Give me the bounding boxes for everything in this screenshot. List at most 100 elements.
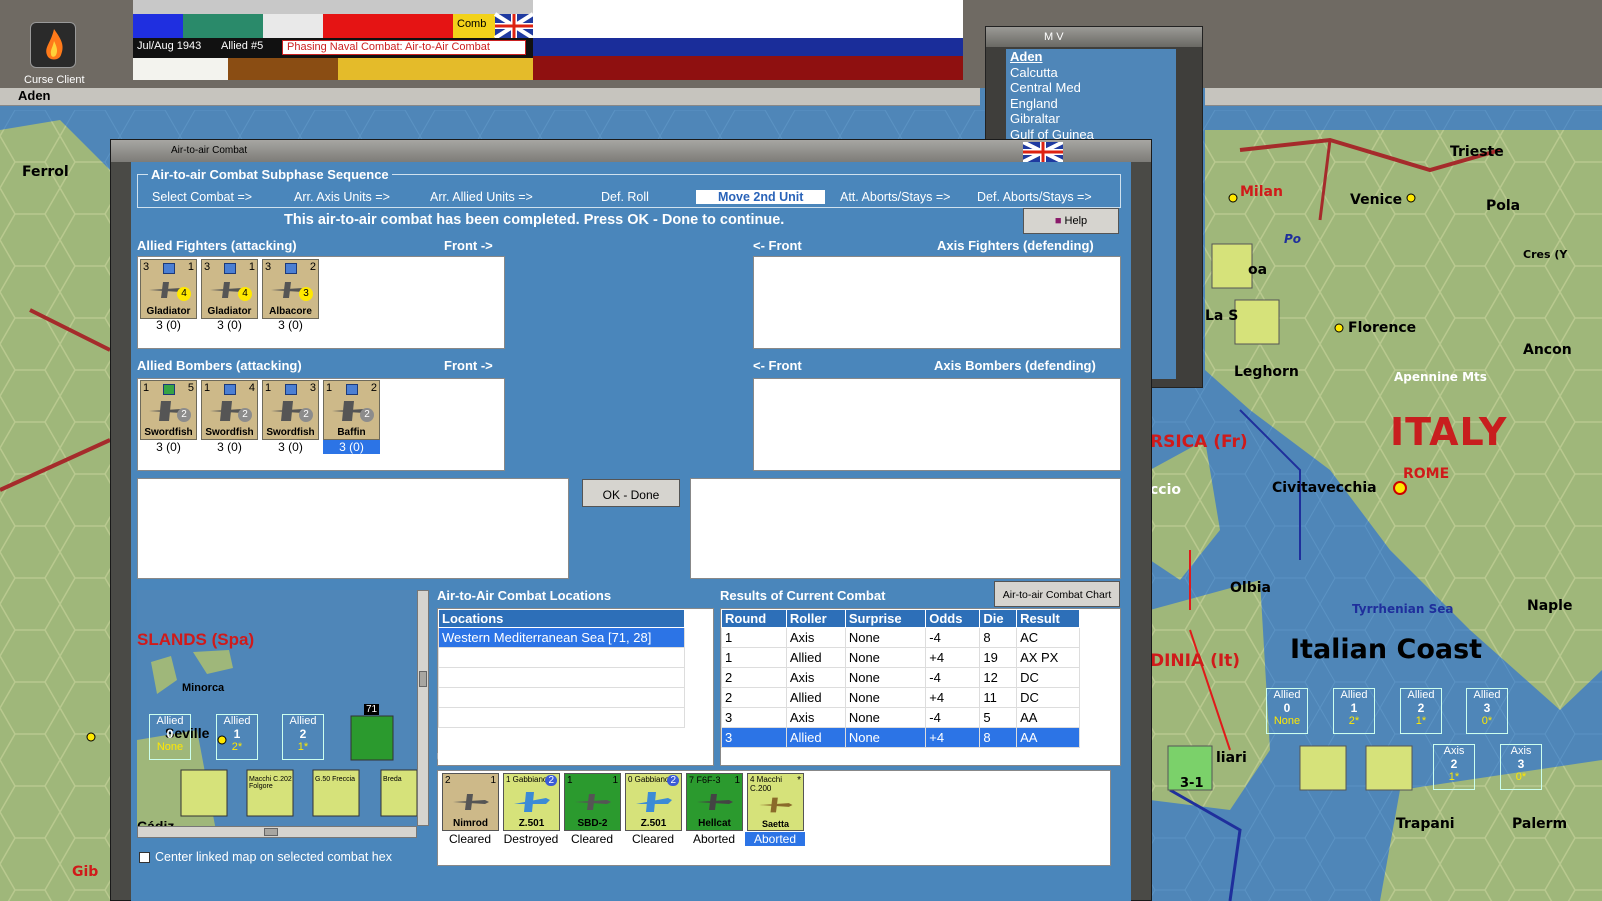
center-map-checkbox[interactable] bbox=[139, 852, 150, 863]
mini-map-island: Minorca bbox=[182, 682, 225, 694]
subphase-sequence: Air-to-air Combat Subphase Sequence Sele… bbox=[137, 167, 1121, 208]
mini-map-hscrollbar[interactable] bbox=[137, 826, 417, 838]
step-arr-allied: Arr. Allied Units => bbox=[430, 190, 533, 204]
step-select-combat: Select Combat => bbox=[152, 190, 253, 204]
mv-window-title[interactable]: M V bbox=[986, 27, 1202, 47]
mini-map-summary-box: Allied 2 1* bbox=[282, 714, 324, 760]
fighter-counter[interactable]: 31 4 Gladiator bbox=[140, 259, 197, 319]
location-row[interactable] bbox=[438, 707, 685, 728]
map-label-corsica: RSICA (Fr) bbox=[1150, 432, 1248, 452]
affected-unit-counter[interactable]: 7 F6F-3 1 Hellcat bbox=[686, 773, 743, 831]
dialog-body: Air-to-air Combat Subphase Sequence Sele… bbox=[131, 162, 1131, 901]
result-row[interactable]: 1 Allied None +4 19 AX PX bbox=[721, 647, 1080, 668]
result-row[interactable]: 2 Allied None +4 11 DC bbox=[721, 687, 1080, 708]
turn-owner-label: Allied #5 bbox=[221, 40, 264, 52]
step-move-2nd-unit: Move 2nd Unit bbox=[696, 190, 826, 204]
affected-unit-counter[interactable]: 2 1 Nimrod bbox=[442, 773, 499, 831]
result-row[interactable]: 3 Allied None +4 8 AA bbox=[721, 727, 1080, 748]
combat-chart-button[interactable]: Air-to-air Combat Chart bbox=[994, 581, 1120, 607]
center-map-checkbox-label: Center linked map on selected combat hex bbox=[155, 850, 392, 864]
map-label-po: Po bbox=[1284, 232, 1302, 246]
affected-unit-result: Destroyed bbox=[503, 832, 559, 846]
location-row[interactable] bbox=[438, 687, 685, 708]
help-button[interactable]: ■ Help bbox=[1023, 208, 1119, 234]
map-label-ajaccio: ccio bbox=[1150, 482, 1182, 498]
counter-strength: 3 (0) bbox=[156, 318, 181, 332]
bomber-counter[interactable]: 13 2 Swordfish bbox=[262, 380, 319, 440]
mini-map-region: SLANDS (Spa) bbox=[137, 630, 255, 649]
allied-abort-panel[interactable] bbox=[137, 478, 569, 579]
mv-list-item[interactable]: England bbox=[1006, 96, 1176, 112]
map-label-civitavecchia: Civitavecchia bbox=[1272, 480, 1377, 496]
bomber-counter[interactable]: 12 2 Baffin bbox=[323, 380, 380, 440]
affected-unit-counter[interactable]: 1 1 SBD-2 bbox=[564, 773, 621, 831]
ok-done-button[interactable]: OK - Done bbox=[582, 479, 680, 507]
map-label-apennine: Apennine Mts bbox=[1394, 370, 1487, 384]
affected-unit-counter[interactable]: 1 Gabbiano 2 Z.501 bbox=[503, 773, 560, 831]
map-summary-box: Allied 3 0* bbox=[1466, 688, 1508, 734]
map-label-sardinia: DINIA (It) bbox=[1150, 651, 1241, 671]
allied-bombers-front: Front -> bbox=[444, 358, 493, 373]
result-row[interactable]: 2 Axis None -4 12 DC bbox=[721, 667, 1080, 688]
map-summary-box: Axis 2 1* bbox=[1433, 744, 1475, 790]
affected-unit-result: Aborted bbox=[692, 832, 736, 846]
mini-map-stack-count: 71 bbox=[364, 704, 380, 715]
location-row[interactable] bbox=[438, 647, 685, 668]
axis-fighters-header: Axis Fighters (defending) bbox=[937, 238, 1094, 253]
affected-unit-result: Cleared bbox=[631, 832, 675, 846]
dialog-titlebar[interactable]: Air-to-air Combat bbox=[111, 140, 1151, 162]
map-label-ferrol: Ferrol bbox=[22, 164, 69, 180]
fighter-counter[interactable]: 32 3 Albacore bbox=[262, 259, 319, 319]
allied-fighters-front: Front -> bbox=[444, 238, 493, 253]
help-book-icon: ■ bbox=[1054, 215, 1062, 227]
location-row[interactable] bbox=[438, 667, 685, 688]
map-summary-box: Allied 2 1* bbox=[1400, 688, 1442, 734]
mv-list-item[interactable]: Central Med bbox=[1006, 80, 1176, 96]
step-att-aborts: Att. Aborts/Stays => bbox=[840, 190, 951, 204]
map-label-trapani: Trapani bbox=[1396, 816, 1455, 832]
map-label-trieste: Trieste bbox=[1450, 144, 1504, 160]
mini-map-summary-box: Allied 1 2* bbox=[216, 714, 258, 760]
mv-list-item[interactable]: Aden bbox=[1006, 49, 1176, 65]
results-panel[interactable]: Round Roller Surprise Odds Die Result 1A… bbox=[720, 608, 1121, 766]
result-row[interactable]: 3 Axis None -4 5 AA bbox=[721, 707, 1080, 728]
curse-client-icon[interactable] bbox=[30, 22, 76, 68]
axis-bombers-panel[interactable] bbox=[753, 378, 1121, 471]
step-arr-axis: Arr. Axis Units => bbox=[294, 190, 390, 204]
mv-list-item[interactable]: Calcutta bbox=[1006, 65, 1176, 81]
allied-bombers-header: Allied Bombers (attacking) bbox=[137, 358, 302, 373]
top-strip: Curse Client Jul/Aug 1943 Allied #5 Phas… bbox=[0, 0, 1602, 88]
seaplane-icon bbox=[514, 792, 550, 812]
map-window-titlebar[interactable]: Aden bbox=[0, 88, 980, 106]
results-table[interactable]: Round Roller Surprise Odds Die Result 1A… bbox=[721, 609, 1080, 748]
hscroll-thumb[interactable] bbox=[264, 828, 278, 836]
map-summary-box: Axis 3 0* bbox=[1500, 744, 1542, 790]
bomber-counter[interactable]: 15 2 Swordfish bbox=[140, 380, 197, 440]
map-label-gibraltar: Gib bbox=[72, 864, 99, 880]
axis-fighters-panel[interactable] bbox=[753, 256, 1121, 349]
affected-unit-counter[interactable]: 4 Macchi C.200 * Saetta bbox=[747, 773, 804, 831]
vscroll-thumb[interactable] bbox=[419, 671, 427, 687]
mini-map-vscrollbar[interactable] bbox=[417, 590, 429, 826]
sequence-title: Air-to-air Combat Subphase Sequence bbox=[148, 167, 392, 182]
map-label-rome: ROME bbox=[1403, 466, 1450, 482]
map-summary-box: Allied 1 2* bbox=[1333, 688, 1375, 734]
fighter-counter[interactable]: 31 4 Gladiator bbox=[201, 259, 258, 319]
axis-fighters-front: <- Front bbox=[753, 238, 802, 253]
map-label-cres: Cres (Y bbox=[1523, 248, 1568, 261]
aircraft-icon bbox=[697, 794, 733, 810]
naval-panel bbox=[533, 0, 963, 80]
affected-unit-counter[interactable]: 0 Gabbiano 2 Z.501 bbox=[625, 773, 682, 831]
map-window-titlebar-right bbox=[1205, 88, 1602, 106]
mv-list-item[interactable]: Gibraltar bbox=[1006, 111, 1176, 127]
result-row[interactable]: 1 Axis None -4 8 AC bbox=[721, 627, 1080, 648]
help-label: Help bbox=[1064, 215, 1088, 227]
locations-panel[interactable]: Locations Western Mediterranean Sea [71,… bbox=[437, 608, 714, 766]
flags-panel: Jul/Aug 1943 Allied #5 Phasing Naval Com… bbox=[133, 0, 535, 80]
mini-map[interactable]: SLANDS (Spa) Minorca Seville Cádiz 71 Al… bbox=[137, 590, 417, 836]
axis-abort-panel[interactable] bbox=[690, 478, 1121, 579]
location-row[interactable]: Western Mediterranean Sea [71, 28] bbox=[438, 627, 685, 648]
affected-unit-result-selected: Aborted bbox=[745, 832, 805, 846]
bomber-counter[interactable]: 14 2 Swordfish bbox=[201, 380, 258, 440]
locations-table[interactable]: Locations Western Mediterranean Sea [71,… bbox=[438, 609, 685, 728]
